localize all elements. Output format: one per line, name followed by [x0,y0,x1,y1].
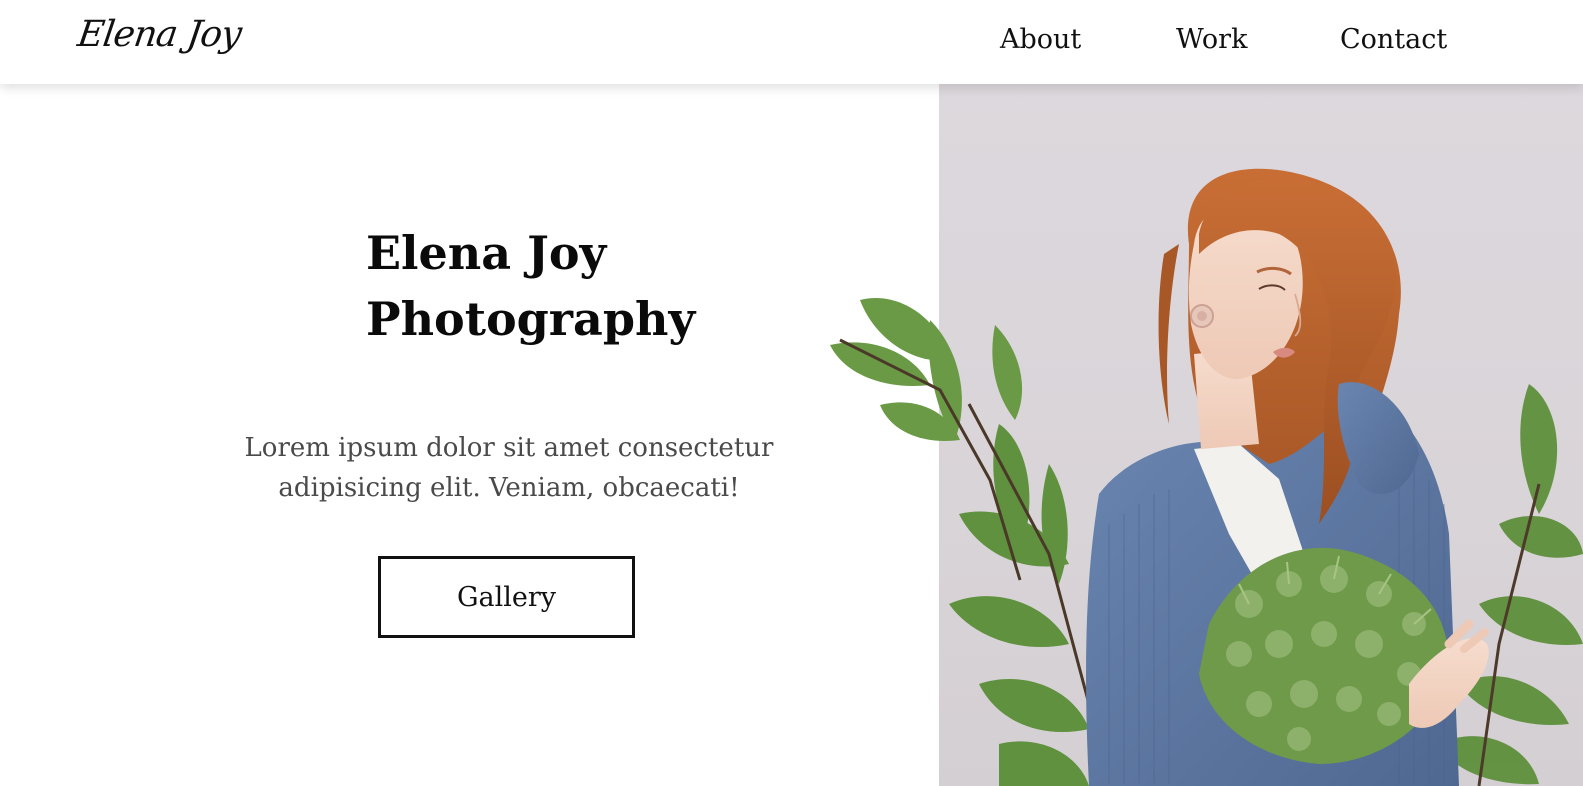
hero-title-line1: Elena Joy [366,226,607,280]
leaves-decoration [830,298,1023,581]
logo[interactable]: Elena Joy [75,14,243,55]
site-header: Elena Joy About Work Contact [0,0,1583,84]
nav-link-work[interactable]: Work [1176,24,1247,55]
gallery-button[interactable]: Gallery [378,556,635,638]
nav-link-about[interactable]: About [1000,24,1081,55]
hero-description: Lorem ipsum dolor sit amet consectetur a… [244,433,774,503]
page: Elena Joy About Work Contact Elena Joy P… [0,0,1583,786]
hero-title: Elena Joy Photography [366,220,786,352]
hero-title-line2: Photography [366,292,696,346]
nav-link-contact[interactable]: Contact [1340,24,1447,55]
